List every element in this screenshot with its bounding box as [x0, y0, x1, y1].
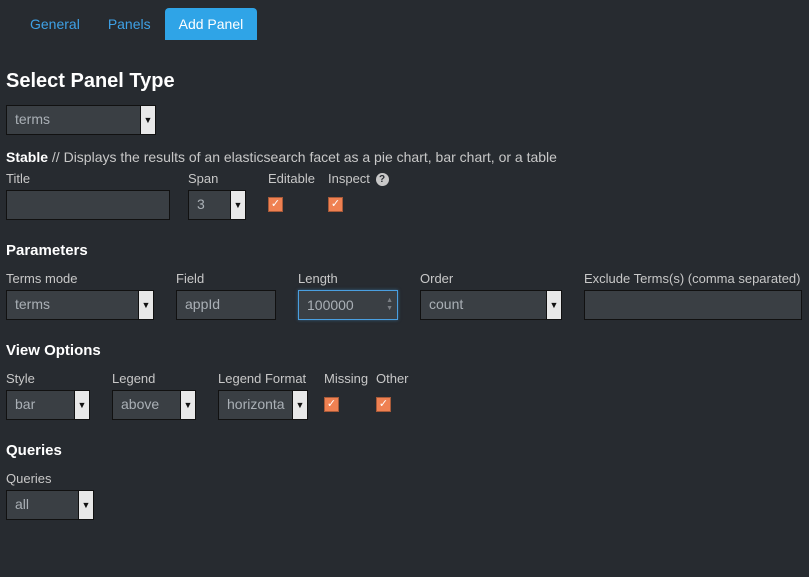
panel-type-select[interactable]: terms ▼: [6, 105, 156, 135]
panel-description: Stable // Displays the results of an ela…: [6, 149, 803, 165]
tab-panels[interactable]: Panels: [94, 8, 165, 40]
chevron-down-icon: ▼: [140, 106, 155, 134]
inspect-label-text: Inspect: [328, 171, 370, 186]
length-value: 100000: [307, 297, 354, 313]
status-sep: //: [48, 149, 64, 165]
terms-mode-label: Terms mode: [6, 271, 154, 286]
legend-select[interactable]: above ▼: [112, 390, 196, 420]
span-label: Span: [188, 171, 246, 186]
status-text: Displays the results of an elasticsearch…: [64, 149, 557, 165]
tab-add-panel[interactable]: Add Panel: [165, 8, 258, 40]
exclude-terms-label: Exclude Terms(s) (comma separated): [584, 271, 802, 286]
length-label: Length: [298, 271, 398, 286]
title-label: Title: [6, 171, 170, 186]
legend-format-label: Legend Format: [218, 371, 308, 386]
tabs: General Panels Add Panel: [6, 0, 803, 40]
order-label: Order: [420, 271, 562, 286]
heading-select-panel-type: Select Panel Type: [6, 70, 803, 93]
style-label: Style: [6, 371, 90, 386]
exclude-terms-input[interactable]: [584, 290, 802, 320]
title-input[interactable]: [6, 190, 170, 220]
field-input[interactable]: appId: [176, 290, 276, 320]
queries-select[interactable]: all ▼: [6, 490, 94, 520]
order-value: count: [421, 291, 546, 319]
help-icon[interactable]: ?: [376, 173, 389, 186]
length-input[interactable]: 100000 ▲▼: [298, 290, 398, 320]
heading-view-options: View Options: [6, 342, 803, 359]
chevron-down-icon: ▼: [78, 491, 93, 519]
legend-value: above: [113, 391, 180, 419]
legend-format-value: horizonta: [219, 391, 292, 419]
chevron-down-icon: ▼: [180, 391, 195, 419]
status-badge: Stable: [6, 149, 48, 165]
inspect-checkbox[interactable]: ✓: [328, 197, 343, 212]
tab-general[interactable]: General: [16, 8, 94, 40]
spinner-icon[interactable]: ▲▼: [386, 291, 393, 319]
style-select[interactable]: bar ▼: [6, 390, 90, 420]
chevron-down-icon: ▼: [292, 391, 307, 419]
heading-queries: Queries: [6, 442, 803, 459]
chevron-down-icon: ▼: [230, 191, 245, 219]
editable-checkbox[interactable]: ✓: [268, 197, 283, 212]
order-select[interactable]: count ▼: [420, 290, 562, 320]
chevron-down-icon: ▼: [138, 291, 153, 319]
span-value: 3: [189, 191, 230, 219]
chevron-down-icon: ▼: [546, 291, 561, 319]
field-label: Field: [176, 271, 276, 286]
legend-label: Legend: [112, 371, 196, 386]
panel-type-value: terms: [7, 106, 140, 134]
inspect-label: Inspect ?: [328, 171, 408, 186]
terms-mode-select[interactable]: terms ▼: [6, 290, 154, 320]
terms-mode-value: terms: [7, 291, 138, 319]
queries-value: all: [7, 491, 78, 519]
style-value: bar: [7, 391, 74, 419]
missing-label: Missing: [324, 371, 372, 386]
span-select[interactable]: 3 ▼: [188, 190, 246, 220]
legend-format-select[interactable]: horizonta ▼: [218, 390, 308, 420]
missing-checkbox[interactable]: ✓: [324, 397, 339, 412]
queries-label: Queries: [6, 471, 94, 486]
other-checkbox[interactable]: ✓: [376, 397, 391, 412]
chevron-down-icon: ▼: [74, 391, 89, 419]
editable-label: Editable: [268, 171, 318, 186]
heading-parameters: Parameters: [6, 242, 803, 259]
other-label: Other: [376, 371, 424, 386]
